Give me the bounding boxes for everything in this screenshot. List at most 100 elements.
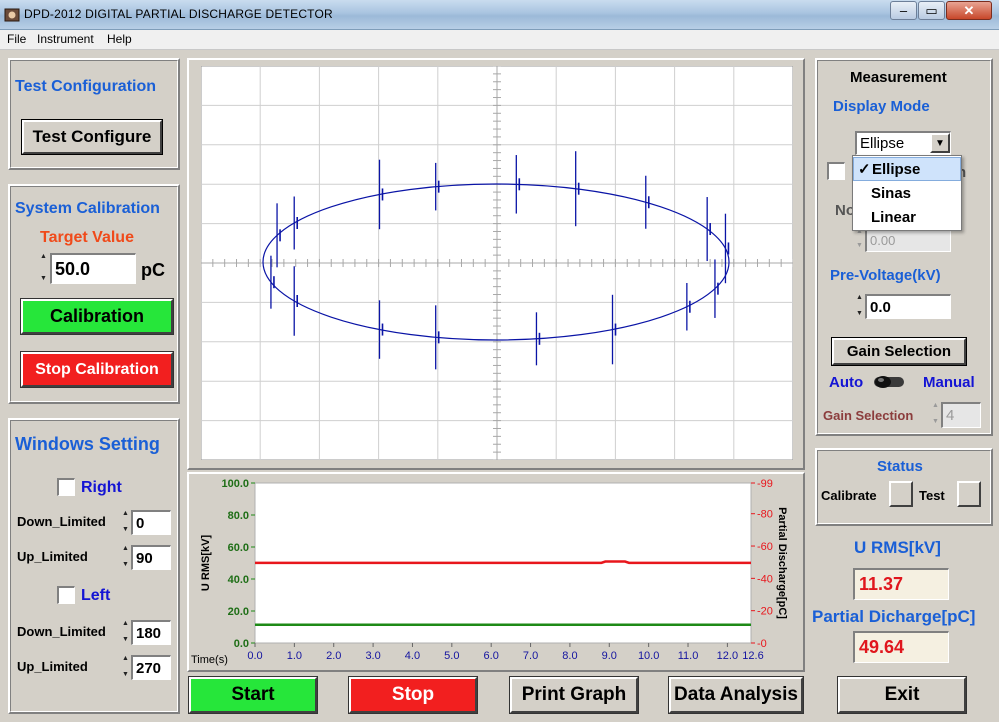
left-down-input[interactable]: 180	[131, 620, 171, 645]
stop-calibration-button[interactable]: Stop Calibration	[20, 351, 174, 388]
right-checkbox[interactable]	[57, 478, 75, 496]
left-axis-tick-label: 80.0	[228, 510, 249, 522]
x-axis-label: Time(s)	[191, 654, 228, 666]
check-icon: ✓	[858, 161, 871, 178]
x-axis-tick-label: 7.0	[523, 650, 538, 662]
right-down-spinner[interactable]: ▲ ▼	[121, 510, 130, 534]
left-down-spinner[interactable]: ▲ ▼	[121, 620, 130, 644]
data-analysis-button[interactable]: Data Analysis	[668, 676, 804, 714]
minimize-icon: –	[899, 3, 908, 18]
option-sinas[interactable]: Sinas	[853, 181, 961, 205]
partial-discharge-indicator: 49.64	[853, 631, 949, 663]
test-configuration-panel: Test Configuration Test Configure	[8, 58, 180, 170]
windows-setting-panel: Windows Setting Right Down_Limited ▲ ▼ 0 …	[8, 418, 180, 714]
chevron-down-icon: ▼	[935, 137, 945, 149]
option-linear[interactable]: Linear	[853, 205, 961, 229]
measurement-panel: Measurement Display Mode Ellipse ▼ No n …	[815, 58, 993, 436]
status-panel: Status Calibrate Test	[815, 448, 993, 526]
menu-instrument[interactable]: Instrument	[37, 32, 94, 46]
left-axis-tick-label: 20.0	[228, 606, 249, 618]
left-up-input[interactable]: 270	[131, 655, 171, 680]
option-ellipse[interactable]: ✓ Ellipse	[853, 157, 961, 181]
app-icon	[4, 8, 20, 22]
exit-button[interactable]: Exit	[837, 676, 967, 714]
left-axis-tick-label: 40.0	[228, 574, 249, 586]
left-up-label: Up_Limited	[17, 659, 88, 674]
test-configure-button[interactable]: Test Configure	[21, 119, 163, 155]
right-axis-tick-label: -80	[757, 509, 773, 521]
right-axis-tick-label: -60	[757, 541, 773, 553]
gain-selection-button[interactable]: Gain Selection	[831, 337, 967, 366]
x-axis-tick-label: 3.0	[365, 650, 380, 662]
display-mode-dropdown-menu: ✓ Ellipse Sinas Linear	[852, 155, 962, 231]
stop-button[interactable]: Stop	[348, 676, 478, 714]
right-axis-tick-label: -99	[757, 478, 773, 490]
print-graph-button[interactable]: Print Graph	[509, 676, 639, 714]
gain-spinner: ▲ ▼	[932, 402, 939, 425]
noise-spinner: ▲ ▼	[856, 228, 863, 249]
right-down-input[interactable]: 0	[131, 510, 171, 535]
noise-input: 0.00	[865, 228, 951, 252]
maximize-icon: ▭	[925, 2, 938, 18]
right-up-input[interactable]: 90	[131, 545, 171, 570]
x-axis-end-label: 12.6	[742, 650, 763, 662]
right-up-label: Up_Limited	[17, 549, 88, 564]
display-mode-dropdown-button[interactable]: ▼	[930, 133, 950, 153]
maximize-button[interactable]: ▭	[918, 1, 945, 20]
right-up-spinner[interactable]: ▲ ▼	[121, 545, 130, 569]
spin-down-icon[interactable]: ▼	[40, 275, 47, 283]
start-button[interactable]: Start	[188, 676, 318, 714]
measurement-heading: Measurement	[850, 69, 947, 86]
close-button[interactable]: ✕	[946, 1, 992, 20]
calibration-button[interactable]: Calibration	[20, 298, 174, 335]
right-axis-tick-label: -20	[757, 606, 773, 618]
auto-label: Auto	[829, 374, 864, 391]
hidden-option-checkbox[interactable]	[827, 162, 845, 180]
target-value-spinner[interactable]: ▲ ▼	[39, 253, 48, 283]
pre-voltage-input[interactable]: 0.0	[865, 294, 951, 319]
menu-file[interactable]: File	[7, 32, 26, 46]
target-unit-label: pC	[141, 260, 165, 280]
minimize-button[interactable]: –	[890, 1, 917, 20]
urms-indicator: 11.37	[853, 568, 949, 600]
partial-discharge-label: Partial Dicharge[pC]	[812, 607, 976, 626]
left-axis-tick-label: 100.0	[221, 478, 249, 490]
display-mode-label: Display Mode	[833, 98, 930, 115]
x-axis-tick-label: 4.0	[405, 650, 420, 662]
x-axis-tick-label: 1.0	[287, 650, 302, 662]
right-axis-tick-label: -0	[757, 638, 767, 650]
x-axis-tick-label: 0.0	[247, 650, 262, 662]
trend-chart[interactable]: 100.0 80.0 60.0 40.0 20.0 0.0 -99 -80 -60 -40 -20 -…	[189, 474, 803, 670]
target-value-input[interactable]: 50.0	[50, 253, 136, 284]
close-icon: ✕	[963, 2, 975, 18]
trend-panel: 100.0 80.0 60.0 40.0 20.0 0.0 -99 -80 -60 -40 -20 -…	[187, 472, 805, 672]
urms-label: U RMS[kV]	[854, 538, 941, 557]
status-heading: Status	[877, 458, 923, 475]
gain-selection-label: Gain Selection	[823, 408, 914, 423]
system-calibration-heading: System Calibration	[15, 200, 160, 217]
right-label: Right	[81, 479, 122, 496]
display-mode-value: Ellipse	[860, 135, 905, 152]
x-axis-tick-label: 9.0	[602, 650, 617, 662]
x-axis-tick-label: 5.0	[444, 650, 459, 662]
left-up-spinner[interactable]: ▲ ▼	[121, 655, 130, 679]
partial-discharge-series-line	[255, 560, 751, 565]
menu-bar: File Instrument Help	[0, 30, 999, 50]
test-status-led	[957, 481, 981, 507]
menu-help[interactable]: Help	[107, 32, 132, 46]
test-configuration-heading: Test Configuration	[15, 78, 157, 95]
left-axis-label: U RMS[kV]	[200, 535, 212, 592]
x-axis-tick-label: 8.0	[562, 650, 577, 662]
x-axis-tick-label: 10.0	[638, 650, 659, 662]
scope-panel	[187, 58, 805, 470]
gain-input: 4	[941, 402, 981, 428]
x-axis-tick-label: 11.0	[678, 650, 699, 662]
pre-voltage-spinner[interactable]: ▲ ▼	[855, 294, 864, 318]
target-value-label: Target Value	[40, 229, 134, 246]
ellipse-scope-chart[interactable]	[201, 66, 793, 460]
auto-manual-toggle[interactable]	[873, 374, 905, 390]
title-bar[interactable]: DPD-2012 DIGITAL PARTIAL DISCHARGE DETEC…	[0, 0, 999, 30]
spin-up-icon[interactable]: ▲	[40, 253, 47, 261]
pre-voltage-label: Pre-Voltage(kV)	[830, 267, 941, 284]
left-checkbox[interactable]	[57, 586, 75, 604]
